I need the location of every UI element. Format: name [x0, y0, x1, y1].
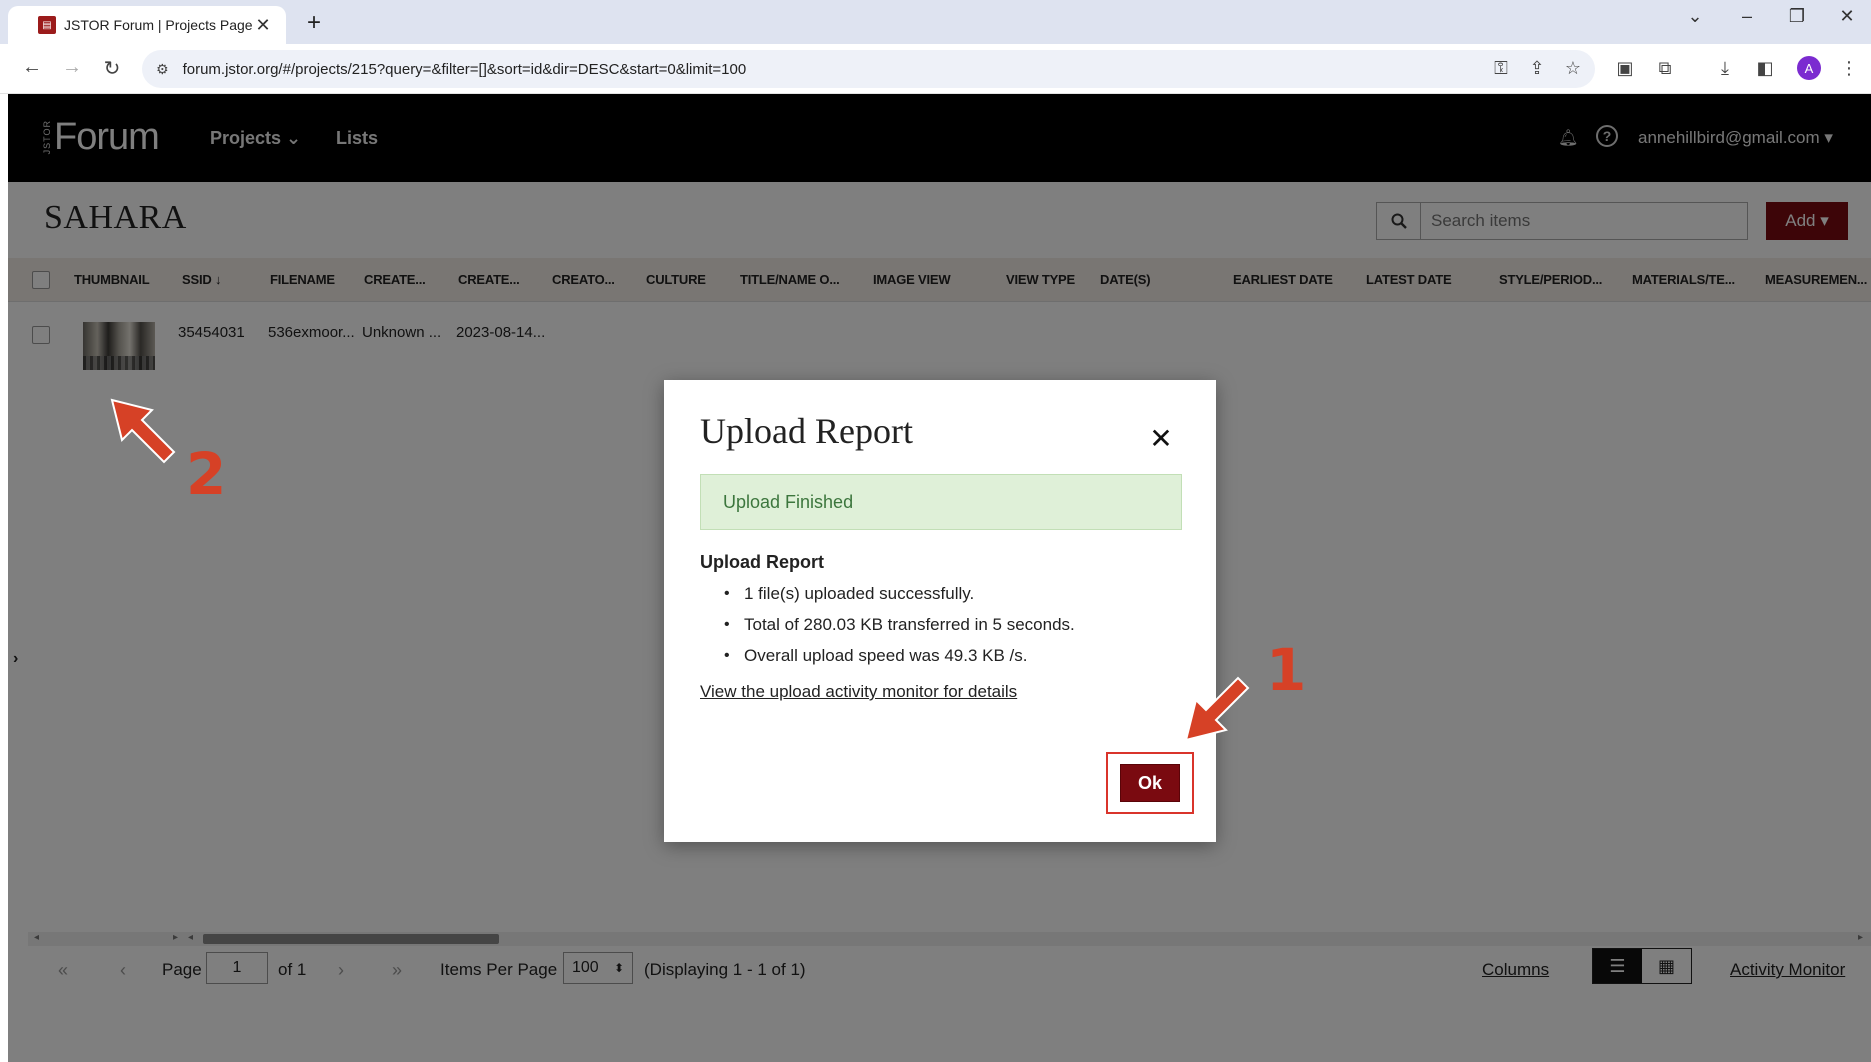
dialog-title: Upload Report	[700, 411, 913, 451]
tab-search-icon[interactable]: ⌄	[1680, 6, 1710, 27]
tab-close-icon[interactable]: ✕	[252, 15, 274, 36]
side-panel-icon[interactable]: ◧	[1752, 58, 1778, 79]
forward-icon[interactable]: →	[58, 56, 86, 79]
puzzle-extensions-icon[interactable]: ⧉	[1652, 58, 1678, 79]
download-icon[interactable]: ⤓	[1712, 58, 1738, 79]
url-text: forum.jstor.org/#/projects/215?query=&fi…	[182, 60, 747, 78]
annotation-arrow-1-icon	[1184, 676, 1250, 742]
tab-title: JSTOR Forum | Projects Page	[64, 17, 252, 33]
report-list: 1 file(s) uploaded successfully. Total o…	[700, 578, 1180, 671]
site-settings-icon[interactable]: ⚙	[156, 61, 169, 78]
extension-icon[interactable]: ▣	[1612, 58, 1638, 79]
browser-tab-bar: ▤ JSTOR Forum | Projects Page ✕ + ⌄ – ❐ …	[0, 0, 1871, 44]
upload-report-dialog: Upload Report ✕ Upload Finished Upload R…	[664, 380, 1216, 842]
jstor-favicon-icon: ▤	[38, 16, 56, 34]
report-item: Overall upload speed was 49.3 KB /s.	[700, 640, 1180, 671]
annotation-arrow-2-icon	[110, 398, 176, 464]
more-menu-icon[interactable]: ⋮	[1836, 58, 1862, 79]
report-heading: Upload Report	[700, 552, 824, 572]
browser-tab[interactable]: ▤ JSTOR Forum | Projects Page ✕	[8, 6, 286, 44]
report-item: Total of 280.03 KB transferred in 5 seco…	[700, 609, 1180, 640]
address-bar-row: ← → ↻ ⚙ forum.jstor.org/#/projects/215?q…	[0, 44, 1871, 94]
close-window-icon[interactable]: ✕	[1832, 6, 1862, 27]
url-field[interactable]: ⚙ forum.jstor.org/#/projects/215?query=&…	[142, 50, 1595, 88]
close-icon[interactable]: ✕	[1146, 422, 1176, 455]
success-alert: Upload Finished	[700, 474, 1182, 530]
annotation-number-1: 1	[1266, 636, 1307, 704]
share-icon[interactable]: ⇪	[1524, 58, 1550, 79]
ok-button[interactable]: Ok	[1120, 764, 1180, 802]
bookmark-star-icon[interactable]: ☆	[1560, 58, 1586, 79]
activity-monitor-details-link[interactable]: View the upload activity monitor for det…	[700, 682, 1017, 702]
password-key-icon[interactable]: ⚿	[1488, 58, 1514, 79]
new-tab-button[interactable]: +	[300, 10, 328, 38]
back-icon[interactable]: ←	[18, 56, 46, 79]
profile-avatar[interactable]: A	[1797, 56, 1821, 80]
report-item: 1 file(s) uploaded successfully.	[700, 578, 1180, 609]
minimize-icon[interactable]: –	[1732, 6, 1762, 27]
reload-icon[interactable]: ↻	[98, 56, 126, 81]
restore-icon[interactable]: ❐	[1782, 6, 1812, 27]
annotation-number-2: 2	[186, 440, 227, 508]
